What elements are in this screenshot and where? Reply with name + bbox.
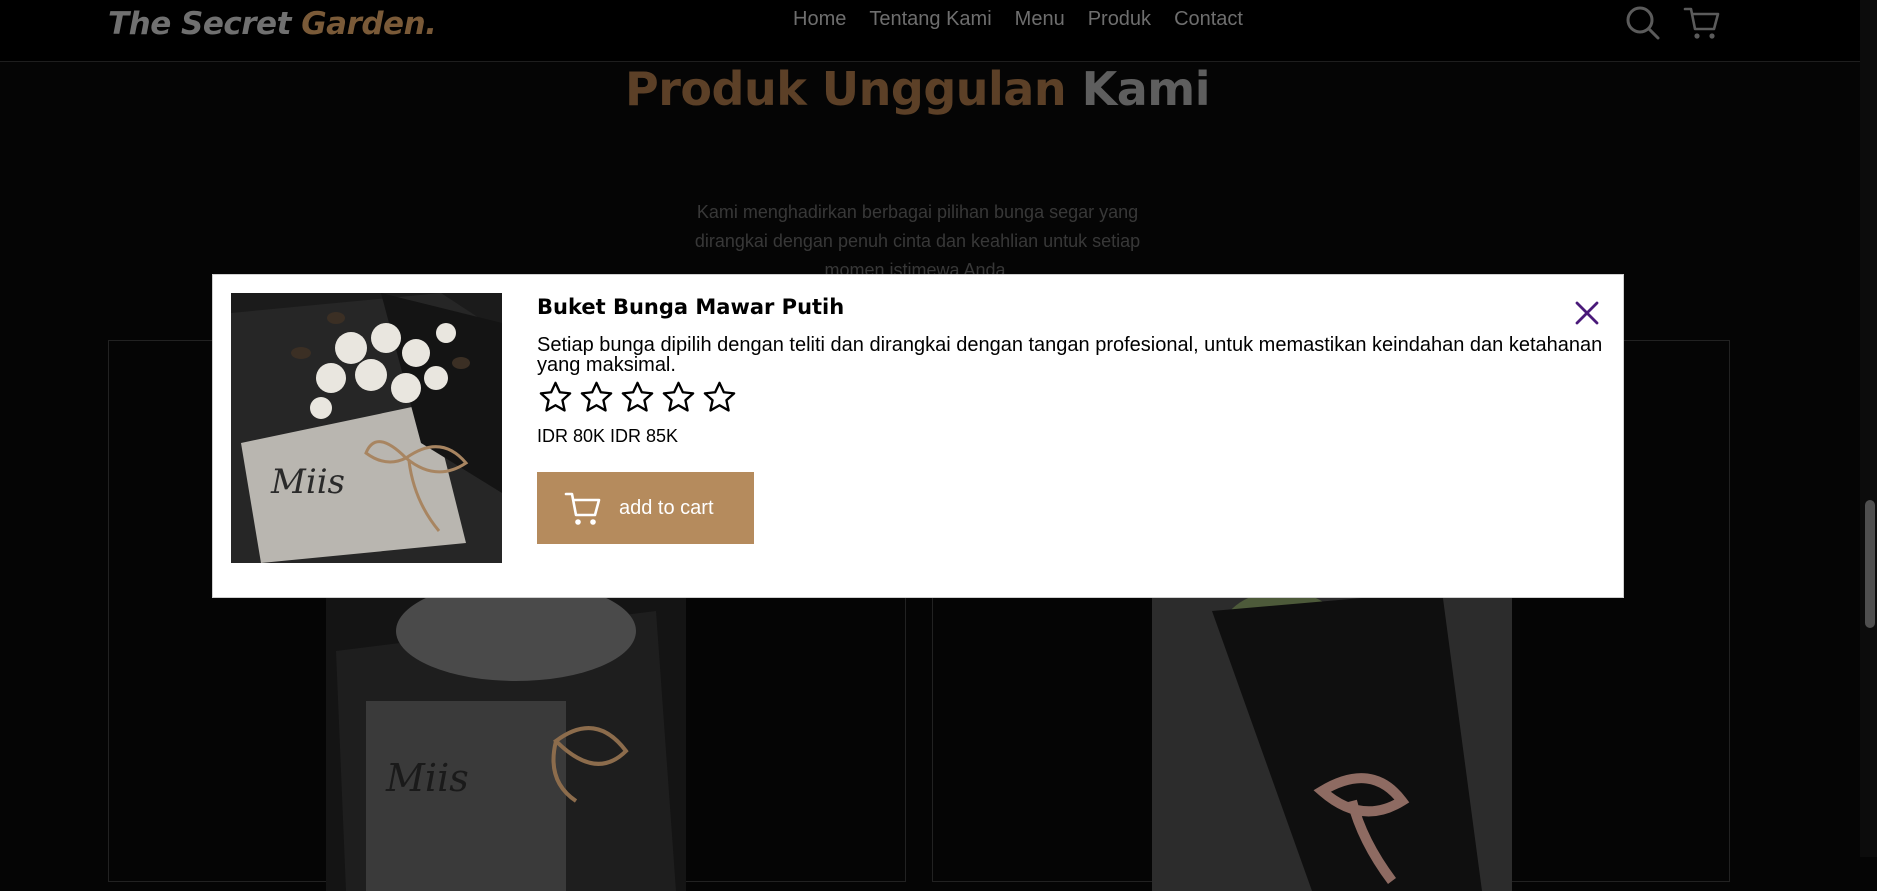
svg-text:Miis: Miis [385,756,469,800]
section-title-accent: Produk Unggulan [625,62,1067,116]
logo-text-accent: Garden. [301,6,437,42]
scrollbar-thumb[interactable] [1865,500,1875,628]
product-rating [537,379,1603,416]
nav-link-menu[interactable]: Menu [1015,8,1065,31]
cart-icon [563,488,603,528]
nav-link-tentang-kami[interactable]: Tentang Kami [869,8,991,31]
section-title-main: Kami [1081,62,1211,116]
section-title: Produk Unggulan Kami [0,62,1835,116]
logo[interactable]: The Secret Garden. [108,6,437,42]
product-price: IDR 80K IDR 85K [537,426,679,446]
product-card-left-image: Miis [326,591,686,891]
add-to-cart-button[interactable]: add to cart [537,472,754,544]
modal-product-image: Miis [231,293,502,563]
main-nav: Home Tentang Kami Menu Produk Contact [793,8,1243,31]
modal-product-title: Buket Bunga Mawar Putih [537,295,845,319]
page-scrollbar[interactable] [1860,0,1877,857]
star-outline-icon[interactable] [578,379,615,416]
star-outline-icon[interactable] [537,379,574,416]
modal-body: Buket Bunga Mawar Putih Setiap bunga dip… [537,293,1603,544]
section-description: Kami menghadirkan berbagai pilihan bunga… [694,202,1141,280]
cart-icon[interactable] [1683,4,1721,42]
search-icon[interactable] [1624,4,1662,42]
nav-link-produk[interactable]: Produk [1088,8,1151,31]
star-outline-icon[interactable] [660,379,697,416]
add-to-cart-label: add to cart [619,496,714,519]
nav-link-contact[interactable]: Contact [1174,8,1243,31]
svg-text:Miis: Miis [270,462,345,502]
navbar: The Secret Garden. Home Tentang Kami Men… [0,0,1860,62]
nav-link-home[interactable]: Home [793,8,846,31]
product-quickview-modal: Miis Buket Bunga Mawar Putih Setiap bung… [212,274,1624,598]
modal-product-description: Setiap bunga dipilih dengan teliti dan d… [537,334,1603,376]
close-icon[interactable] [1574,300,1600,326]
nav-icons [1624,4,1721,42]
product-card-right-image [1152,591,1512,891]
star-outline-icon[interactable] [619,379,656,416]
star-outline-icon[interactable] [701,379,738,416]
logo-text-primary: The Secret [108,6,291,42]
